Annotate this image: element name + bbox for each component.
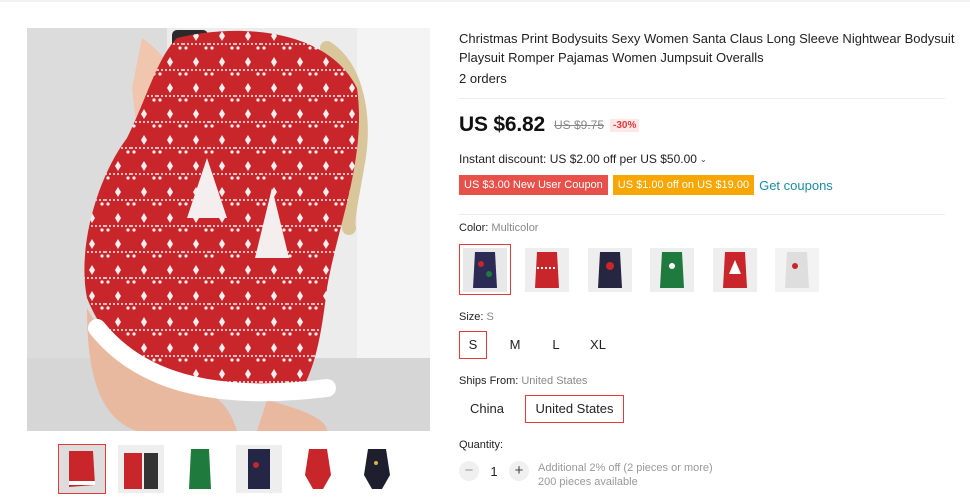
instant-discount-text: Instant discount: US $2.00 off per US $5…	[459, 152, 697, 166]
quantity-stepper: − 1 +	[459, 461, 529, 481]
quantity-label: Quantity:	[459, 439, 504, 451]
top-divider	[0, 0, 970, 2]
ships-from-label-text: Ships From:	[459, 375, 519, 387]
quantity-value[interactable]: 1	[479, 464, 509, 479]
ship-option-china[interactable]: China	[459, 395, 515, 423]
pieces-available-text: 200 pieces available	[538, 476, 638, 488]
quantity-info: Additional 2% off (2 pieces or more) 200…	[538, 461, 713, 489]
color-swatch-4[interactable]	[646, 244, 698, 295]
ship-option-united-states[interactable]: United States	[525, 395, 624, 423]
product-title: Christmas Print Bodysuits Sexy Women San…	[459, 31, 955, 65]
coupon-row: US $3.00 New User Coupon US $1.00 off on…	[459, 175, 833, 195]
size-label: Size: S	[459, 311, 494, 323]
discount-badge: -30%	[610, 118, 640, 132]
color-swatch-3[interactable]	[584, 244, 636, 295]
ships-from-label: Ships From: United States	[459, 375, 587, 387]
chevron-down-icon: ⌄	[699, 154, 707, 164]
quantity-minus-button[interactable]: −	[459, 461, 479, 481]
size-selected-value: S	[486, 311, 494, 323]
color-swatch-1[interactable]	[459, 244, 511, 295]
main-product-image[interactable]	[27, 28, 430, 431]
instant-discount[interactable]: Instant discount: US $2.00 off per US $5…	[459, 152, 707, 166]
color-options	[459, 244, 939, 296]
ships-from-selected-value: United States	[521, 375, 588, 387]
size-option-l[interactable]: L	[542, 331, 570, 359]
original-price: US $9.75	[553, 118, 605, 132]
thumbnail-4[interactable]	[235, 444, 283, 494]
thumbnail-1[interactable]	[58, 444, 106, 494]
thumbnail-3[interactable]	[176, 444, 224, 494]
thumbnail-6[interactable]	[353, 444, 401, 494]
size-option-xl[interactable]: XL	[583, 331, 613, 359]
store-coupon[interactable]: US $1.00 off on US $19.00	[612, 175, 755, 195]
color-swatch-2[interactable]	[521, 244, 573, 295]
divider	[459, 214, 945, 215]
thumbnail-2[interactable]	[117, 444, 165, 494]
size-option-s[interactable]: S	[459, 331, 487, 359]
orders-count: 2 orders	[459, 71, 507, 86]
color-selected-value: Multicolor	[491, 222, 539, 234]
quantity-plus-button[interactable]: +	[509, 461, 529, 481]
current-price: US $6.82	[459, 113, 545, 136]
size-label-text: Size:	[459, 311, 484, 323]
new-user-coupon[interactable]: US $3.00 New User Coupon	[459, 175, 608, 195]
divider	[459, 98, 945, 99]
price-row: US $6.82 US $9.75 -30%	[459, 113, 640, 137]
product-photo	[27, 28, 430, 431]
get-coupons-link[interactable]: Get coupons	[759, 178, 833, 193]
color-label: Color: Multicolor	[459, 222, 538, 234]
color-label-text: Color:	[459, 222, 489, 234]
color-swatch-5[interactable]	[709, 244, 761, 295]
thumbnail-5[interactable]	[294, 444, 342, 494]
additional-discount-text: Additional 2% off (2 pieces or more)	[538, 462, 713, 474]
size-option-m[interactable]: M	[501, 331, 529, 359]
color-swatch-6[interactable]	[771, 244, 823, 295]
